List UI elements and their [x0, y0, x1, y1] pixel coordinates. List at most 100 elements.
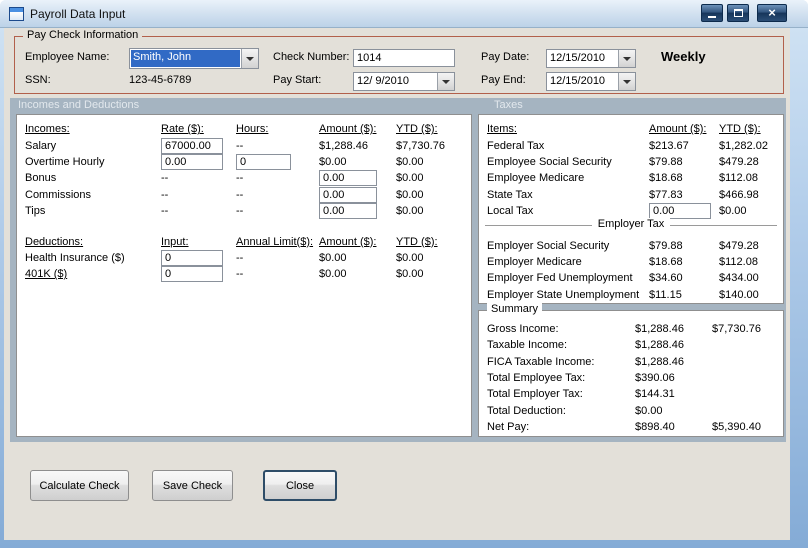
pay-date-dropdown-button[interactable]	[618, 50, 635, 67]
minimize-button[interactable]	[701, 4, 723, 22]
employee-name-select[interactable]: Smith, John	[129, 48, 259, 69]
income-ytd: $0.00	[396, 172, 424, 185]
summary-label: Total Deduction:	[487, 404, 566, 417]
taxes-section-header: Taxes	[494, 99, 523, 111]
tax-ytd: $479.28	[719, 155, 759, 168]
pay-end-picker[interactable]: 12/15/2010	[546, 72, 636, 91]
tax-label: Employee Medicare	[487, 172, 585, 185]
titlebar[interactable]: Payroll Data Input ×	[0, 0, 808, 28]
tax-row-employee-medicare: Employee Medicare $18.68 $112.08	[479, 170, 783, 186]
commissions-amount-input[interactable]	[319, 186, 377, 203]
ytd-col-header: YTD ($):	[396, 235, 438, 248]
income-row-overtime: Overtime Hourly $0.00 $0.00	[17, 153, 471, 170]
local-tax-input[interactable]	[649, 203, 711, 220]
summary-row-net-pay: Net Pay: $898.40 $5,390.40	[479, 419, 783, 435]
pay-end-value: 12/15/2010	[550, 75, 606, 87]
tips-amount-input[interactable]	[319, 203, 377, 220]
deduction-row-health-insurance: Health Insurance ($) -- $0.00 $0.00	[17, 249, 471, 266]
tax-ytd: $112.08	[719, 255, 758, 268]
summary-amount: $1,288.46	[635, 323, 684, 336]
pay-start-dropdown-button[interactable]	[437, 73, 454, 90]
pay-end-label: Pay End:	[481, 74, 526, 86]
chevron-down-icon	[246, 56, 254, 61]
window-close-button[interactable]: ×	[757, 4, 787, 22]
ytd-col-header: YTD ($):	[719, 123, 761, 136]
tax-ytd: $434.00	[719, 272, 759, 285]
income-rate: --	[161, 172, 169, 185]
income-ytd: $7,730.76	[396, 139, 445, 152]
pay-date-value: 12/15/2010	[550, 52, 606, 64]
summary-label: FICA Taxable Income:	[487, 355, 595, 368]
calculate-check-button[interactable]: Calculate Check	[30, 470, 129, 501]
employee-name-dropdown-button[interactable]	[241, 49, 258, 68]
summary-row-total-employee-tax: Total Employee Tax: $390.06	[479, 370, 783, 386]
tax-label: Local Tax	[487, 205, 534, 218]
tax-amount: $34.60	[649, 272, 683, 285]
tax-row-employee-social-security: Employee Social Security $79.88 $479.28	[479, 154, 783, 170]
tax-row-state: State Tax $77.83 $466.98	[479, 187, 783, 203]
income-rate: --	[161, 188, 169, 201]
bonus-amount-input[interactable]	[319, 170, 377, 187]
401k-input[interactable]	[161, 266, 223, 283]
tax-ytd: $1,282.02	[719, 139, 768, 152]
income-hours: --	[236, 188, 244, 201]
tax-ytd: $479.28	[719, 239, 759, 252]
summary-label: Gross Income:	[487, 323, 559, 336]
income-label: Tips	[25, 205, 46, 218]
amount-col-header: Amount ($):	[319, 123, 377, 136]
deductions-header-row: Deductions: Input: Annual Limit($): Amou…	[17, 233, 471, 249]
summary-amount: $1,288.46	[635, 355, 684, 368]
pay-start-picker[interactable]: 12/ 9/2010	[353, 72, 455, 91]
save-check-button[interactable]: Save Check	[152, 470, 233, 501]
income-row-tips: Tips -- -- $0.00	[17, 203, 471, 220]
tax-label: Employee Social Security	[487, 155, 612, 168]
pay-date-picker[interactable]: 12/15/2010	[546, 49, 636, 68]
overtime-rate-input[interactable]	[161, 153, 223, 170]
deduction-amount: $0.00	[319, 268, 347, 281]
summary-label: Total Employer Tax:	[487, 388, 583, 401]
overtime-hours-input[interactable]	[236, 153, 291, 170]
pay-start-value: 12/ 9/2010	[357, 75, 409, 87]
tax-label: State Tax	[487, 188, 533, 201]
tax-label: Employer State Unemployment	[487, 288, 640, 301]
tax-amount: $77.83	[649, 188, 683, 201]
tax-amount: $79.88	[649, 155, 683, 168]
ssn-value: 123-45-6789	[129, 74, 192, 86]
summary-amount: $390.06	[635, 372, 675, 385]
pay-start-label: Pay Start:	[273, 74, 322, 86]
app-icon	[9, 7, 24, 21]
income-ytd: $0.00	[396, 205, 424, 218]
summary-label: Taxable Income:	[487, 339, 568, 352]
tax-label: Employer Medicare	[487, 255, 582, 268]
taxes-header-row: Items: Amount ($): YTD ($):	[479, 121, 783, 137]
tax-label: Employer Fed Unemployment	[487, 272, 633, 285]
summary-amount: $144.31	[635, 388, 675, 401]
deduction-row-401k: 401K ($) -- $0.00 $0.00	[17, 266, 471, 283]
income-hours: --	[236, 205, 244, 218]
deductions-col-header: Deductions:	[25, 235, 84, 248]
deduction-limit: --	[236, 268, 244, 281]
close-button[interactable]: Close	[263, 470, 337, 501]
tax-ytd: $466.98	[719, 188, 759, 201]
income-ytd: $0.00	[396, 155, 424, 168]
check-number-input[interactable]	[353, 49, 455, 67]
tax-row-local: Local Tax $0.00	[479, 203, 783, 220]
summary-label: Net Pay:	[487, 420, 530, 433]
income-label: Commissions	[25, 188, 92, 201]
salary-rate-input[interactable]	[161, 137, 223, 154]
maximize-button[interactable]	[727, 4, 749, 22]
deduction-amount: $0.00	[319, 251, 347, 264]
tax-row-employer-state-unemployment: Employer State Unemployment $11.15 $140.…	[479, 287, 783, 303]
income-label: Bonus	[25, 172, 57, 185]
pay-end-dropdown-button[interactable]	[618, 73, 635, 90]
deduction-401k-link[interactable]: 401K ($)	[25, 268, 161, 280]
tax-amount: $213.67	[649, 139, 689, 152]
summary-row-fica-taxable-income: FICA Taxable Income: $1,288.46	[479, 354, 783, 370]
incomes-header-row: Incomes: Rate ($): Hours: Amount ($): YT…	[17, 121, 471, 137]
chevron-down-icon	[442, 79, 450, 84]
summary-amount: $0.00	[635, 404, 663, 417]
income-rate: --	[161, 205, 169, 218]
payroll-window: Payroll Data Input × Pay Check Informati…	[0, 0, 808, 548]
health-insurance-input[interactable]	[161, 249, 223, 266]
pay-frequency-label: Weekly	[661, 49, 706, 64]
